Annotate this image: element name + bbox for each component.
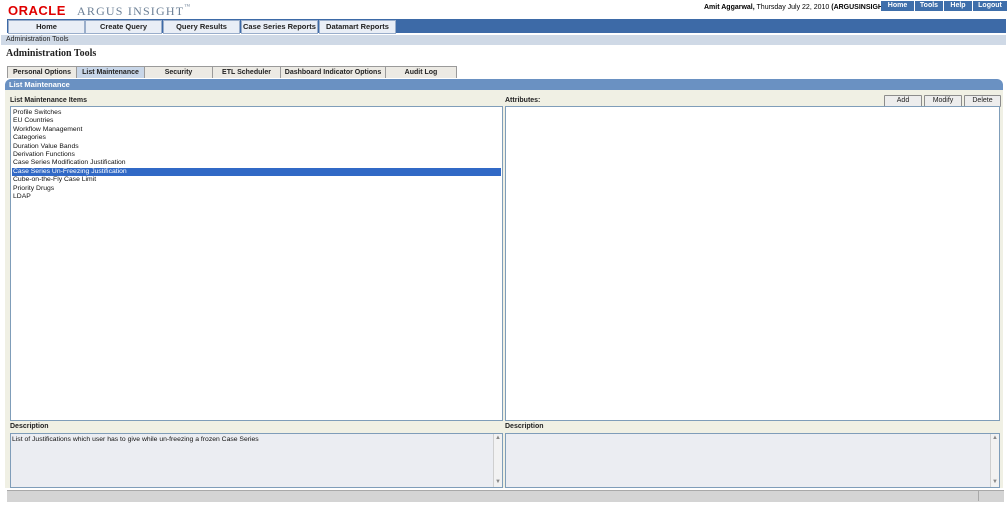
list-item[interactable]: Duration Value Bands: [12, 143, 501, 151]
current-date: Thursday July 22, 2010: [754, 4, 832, 11]
nav-case-series-reports[interactable]: Case Series Reports: [241, 20, 318, 34]
description-text: List of Justifications which user has to…: [12, 436, 259, 443]
status-bar: [7, 490, 1004, 502]
scrollbar[interactable]: ▲ ▼: [493, 434, 502, 487]
attributes-panel[interactable]: [505, 106, 1000, 421]
attributes-label: Attributes:: [505, 97, 541, 104]
top-link-help[interactable]: Help: [944, 1, 972, 11]
list-item[interactable]: Case Series Modification Justification: [12, 159, 501, 167]
list-item[interactable]: Workflow Management: [12, 126, 501, 134]
user-name: Amit Aggarwal,: [704, 4, 755, 11]
nav-create-query[interactable]: Create Query: [85, 20, 162, 34]
top-link-home[interactable]: Home: [881, 1, 914, 11]
list-items-label: List Maintenance Items: [10, 97, 88, 104]
list-item[interactable]: Derivation Functions: [12, 151, 501, 159]
breadcrumb: Administration Tools: [6, 36, 69, 43]
tab-audit-log[interactable]: Audit Log: [385, 66, 457, 78]
list-item[interactable]: Cube-on-the-Fly Case Limit: [12, 176, 501, 184]
panel-header: [5, 79, 1003, 90]
nav-home[interactable]: Home: [8, 20, 85, 34]
tab-security[interactable]: Security: [144, 66, 213, 78]
scroll-up-icon[interactable]: ▲: [495, 435, 501, 441]
description-textarea-right[interactable]: ▲ ▼: [505, 433, 1000, 488]
list-maintenance-items-list[interactable]: Profile Switches EU Countries Workflow M…: [10, 106, 503, 421]
panel-title: List Maintenance: [9, 80, 70, 89]
argus-insight-logo: ARGUS INSIGHT™: [77, 4, 191, 19]
description-label-left: Description: [10, 423, 49, 430]
trademark-symbol: ™: [184, 4, 192, 10]
product-name: ARGUS INSIGHT: [77, 4, 185, 18]
tab-list-maintenance[interactable]: List Maintenance: [76, 66, 145, 78]
breadcrumb-bar: [1, 35, 1006, 45]
status-divider: [978, 491, 979, 501]
list-item-selected[interactable]: Case Series Un-Freezing Justification: [12, 168, 501, 176]
scroll-up-icon[interactable]: ▲: [992, 435, 998, 441]
page-title: Administration Tools: [6, 48, 97, 59]
top-link-tools[interactable]: Tools: [915, 1, 943, 11]
oracle-logo: ORACLE: [8, 3, 66, 18]
user-info: Amit Aggarwal, Thursday July 22, 2010 (A…: [704, 4, 890, 11]
top-link-logout[interactable]: Logout: [973, 1, 1007, 11]
list-item[interactable]: Profile Switches: [12, 109, 501, 117]
description-label-right: Description: [505, 423, 544, 430]
tab-dashboard-indicator-options[interactable]: Dashboard Indicator Options: [280, 66, 386, 78]
list-item[interactable]: LDAP: [12, 193, 501, 201]
scrollbar[interactable]: ▲ ▼: [990, 434, 999, 487]
list-item[interactable]: EU Countries: [12, 117, 501, 125]
nav-datamart-reports[interactable]: Datamart Reports: [319, 20, 396, 34]
tab-personal-options[interactable]: Personal Options: [7, 66, 77, 78]
scroll-down-icon[interactable]: ▼: [992, 479, 998, 485]
nav-query-results[interactable]: Query Results: [163, 20, 240, 34]
scroll-down-icon[interactable]: ▼: [495, 479, 501, 485]
tab-etl-scheduler[interactable]: ETL Scheduler: [212, 66, 281, 78]
list-item[interactable]: Categories: [12, 134, 501, 142]
list-item[interactable]: Priority Drugs: [12, 185, 501, 193]
